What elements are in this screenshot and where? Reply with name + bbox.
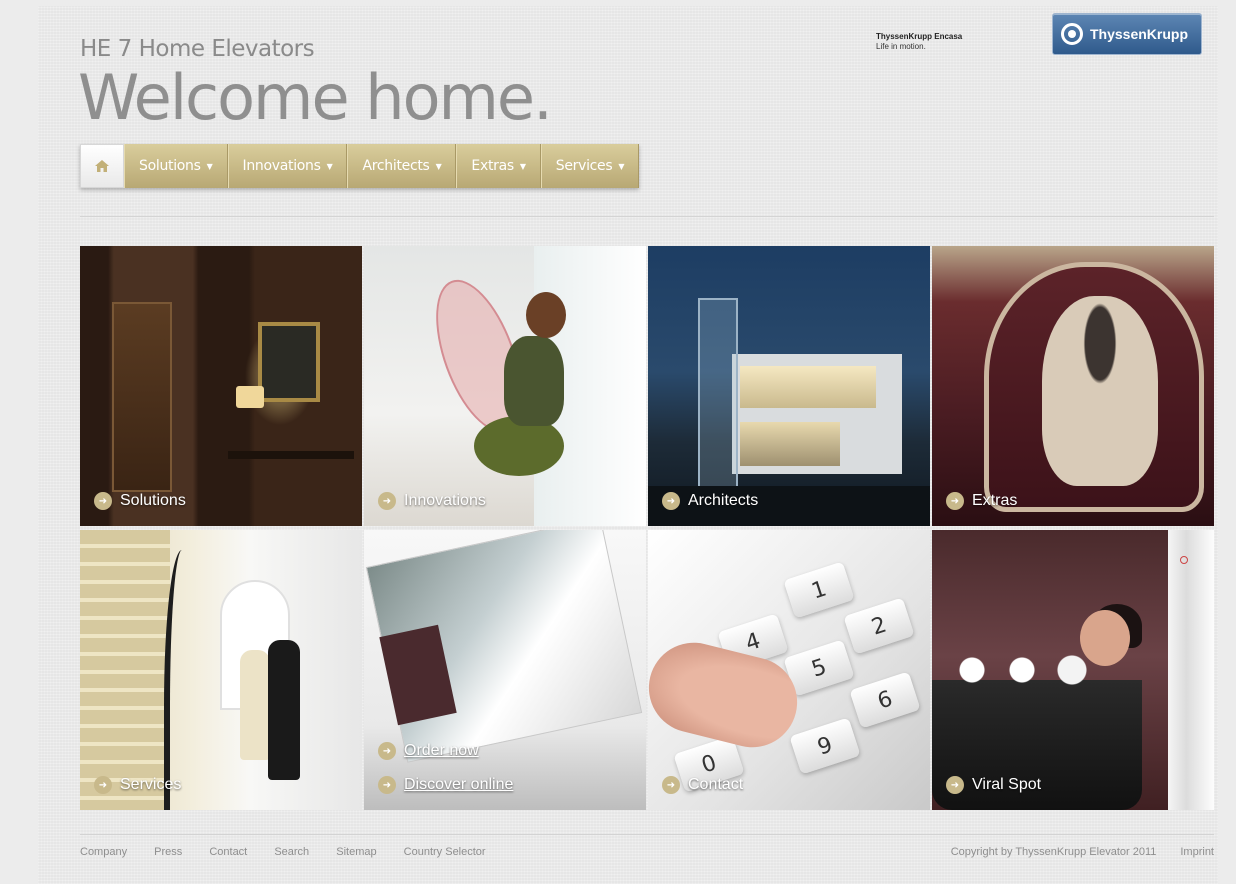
tile-solutions[interactable]: ➜ Solutions	[80, 246, 362, 526]
tile-label: Viral Spot	[972, 776, 1042, 793]
nav-item-label: Solutions	[139, 158, 201, 174]
house-window-image	[740, 366, 876, 408]
footer-right: Copyright by ThyssenKrupp Elevator 2011 …	[927, 846, 1214, 858]
glass-elevator-shaft-image	[698, 298, 738, 488]
chevron-down-icon: ▼	[519, 161, 526, 171]
girl-body-image	[504, 336, 564, 426]
nav-item-solutions[interactable]: Solutions ▼	[124, 144, 228, 188]
arrow-right-icon: ➜	[378, 776, 396, 794]
tile-services[interactable]: ➜ Services	[80, 530, 362, 810]
tile-link[interactable]: ➜ Innovations	[378, 492, 486, 510]
tile-label: Order now	[404, 742, 479, 759]
lamp-image	[236, 386, 264, 408]
arrow-right-icon: ➜	[946, 776, 964, 794]
footer-link-sitemap[interactable]: Sitemap	[336, 846, 376, 858]
side-panel-image	[1168, 530, 1214, 810]
arrow-right-icon: ➜	[662, 776, 680, 794]
footer-link-company[interactable]: Company	[80, 846, 127, 858]
house-window-image	[740, 422, 840, 466]
nav-item-services[interactable]: Services ▼	[540, 144, 640, 188]
nav-home-button[interactable]	[80, 144, 124, 188]
keypad-key: 6	[849, 671, 921, 729]
footer-link-search[interactable]: Search	[274, 846, 309, 858]
header-divider	[80, 216, 1214, 217]
thyssenkrupp-logo[interactable]: ThyssenKrupp	[1052, 13, 1202, 55]
arrow-right-icon: ➜	[946, 492, 964, 510]
tile-link[interactable]: ➜ Extras	[946, 492, 1017, 510]
tile-innovations[interactable]: ➜ Innovations	[364, 246, 646, 526]
footer: Company Press Contact Search Sitemap Cou…	[80, 846, 1214, 858]
discover-online-link[interactable]: ➜ Discover online	[378, 776, 513, 794]
footer-link-contact[interactable]: Contact	[209, 846, 247, 858]
home-icon	[95, 160, 109, 172]
chevron-down-icon: ▼	[206, 161, 213, 171]
staircase-image	[80, 530, 170, 810]
keypad-key: 9	[789, 717, 861, 775]
keypad-key: 2	[843, 597, 915, 655]
tile-label: Contact	[688, 776, 744, 793]
tile-label: Services	[120, 776, 182, 793]
nav-item-label: Architects	[362, 158, 430, 174]
footer-links: Company Press Contact Search Sitemap Cou…	[80, 846, 510, 858]
chevron-down-icon: ▼	[435, 161, 442, 171]
portrait-image	[258, 322, 320, 402]
arrow-right-icon: ➜	[378, 492, 396, 510]
footer-link-imprint[interactable]: Imprint	[1180, 846, 1214, 858]
tile-link[interactable]: ➜ Viral Spot	[946, 776, 1041, 794]
tile-link[interactable]: ➜ Services	[94, 776, 181, 794]
nav-item-label: Extras	[471, 158, 514, 174]
arrow-right-icon: ➜	[378, 742, 396, 760]
footer-link-press[interactable]: Press	[154, 846, 182, 858]
tile-label: Extras	[972, 492, 1018, 509]
tile-link[interactable]: ➜ Architects	[662, 492, 758, 510]
dancing-woman-image	[240, 650, 270, 760]
logo-ring-icon	[1061, 23, 1083, 45]
tile-architects[interactable]: ➜ Architects	[648, 246, 930, 526]
tile-extras[interactable]: ➜ Extras	[932, 246, 1214, 526]
chevron-down-icon: ▼	[618, 161, 625, 171]
dancing-man-image	[268, 640, 300, 780]
nav-item-label: Services	[555, 158, 613, 174]
main-nav: Solutions ▼ Innovations ▼ Architects ▼ Extr…	[80, 144, 640, 188]
order-now-link[interactable]: ➜ Order now	[378, 742, 479, 760]
nav-item-architects[interactable]: Architects ▼	[347, 144, 457, 188]
brand-tagline-sub: Life in motion.	[876, 42, 926, 51]
keypad-key: 1	[783, 561, 855, 619]
arrow-right-icon: ➜	[94, 492, 112, 510]
brand-tagline: ThyssenKrupp Encasa Life in motion.	[876, 32, 962, 52]
elevator-door-image	[112, 302, 172, 492]
tile-link[interactable]: ➜ Contact	[662, 776, 743, 794]
tile-grid: ➜ Solutions ➜ Innovations ➜ Architects ➜ Ext…	[80, 246, 1214, 810]
site-subtitle: HE 7 Home Elevators	[80, 36, 315, 62]
footer-divider	[80, 834, 1214, 835]
chevron-down-icon: ▼	[326, 161, 333, 171]
brand-logo-text: ThyssenKrupp	[1090, 26, 1189, 42]
tile-contact[interactable]: 1 2 4 5 6 9 0 ➜ Contact	[648, 530, 930, 810]
pug-image	[1042, 296, 1158, 486]
tile-label: Innovations	[404, 492, 486, 509]
footer-link-country-selector[interactable]: Country Selector	[404, 846, 486, 858]
nav-item-label: Innovations	[242, 158, 321, 174]
tile-label: Discover online	[404, 776, 514, 793]
page-headline: Welcome home.	[78, 61, 553, 134]
nav-item-innovations[interactable]: Innovations ▼	[227, 144, 348, 188]
tile-brochure: ➜ Order now ➜ Discover online	[364, 530, 646, 810]
nav-item-extras[interactable]: Extras ▼	[456, 144, 541, 188]
girl-head-image	[526, 292, 566, 338]
tile-label: Solutions	[120, 492, 186, 509]
copyright-text: Copyright by ThyssenKrupp Elevator 2011	[950, 846, 1157, 858]
woman-face-image	[1080, 610, 1130, 666]
console-table-image	[228, 451, 354, 459]
brand-tagline-title: ThyssenKrupp Encasa	[876, 32, 963, 41]
tile-link[interactable]: ➜ Solutions	[94, 492, 186, 510]
arrow-right-icon: ➜	[662, 492, 680, 510]
arrow-right-icon: ➜	[94, 776, 112, 794]
brand-area: ThyssenKrupp Encasa Life in motion. Thys…	[868, 13, 1213, 66]
tile-viral-spot[interactable]: ➜ Viral Spot	[932, 530, 1214, 810]
tile-label: Architects	[688, 492, 759, 509]
